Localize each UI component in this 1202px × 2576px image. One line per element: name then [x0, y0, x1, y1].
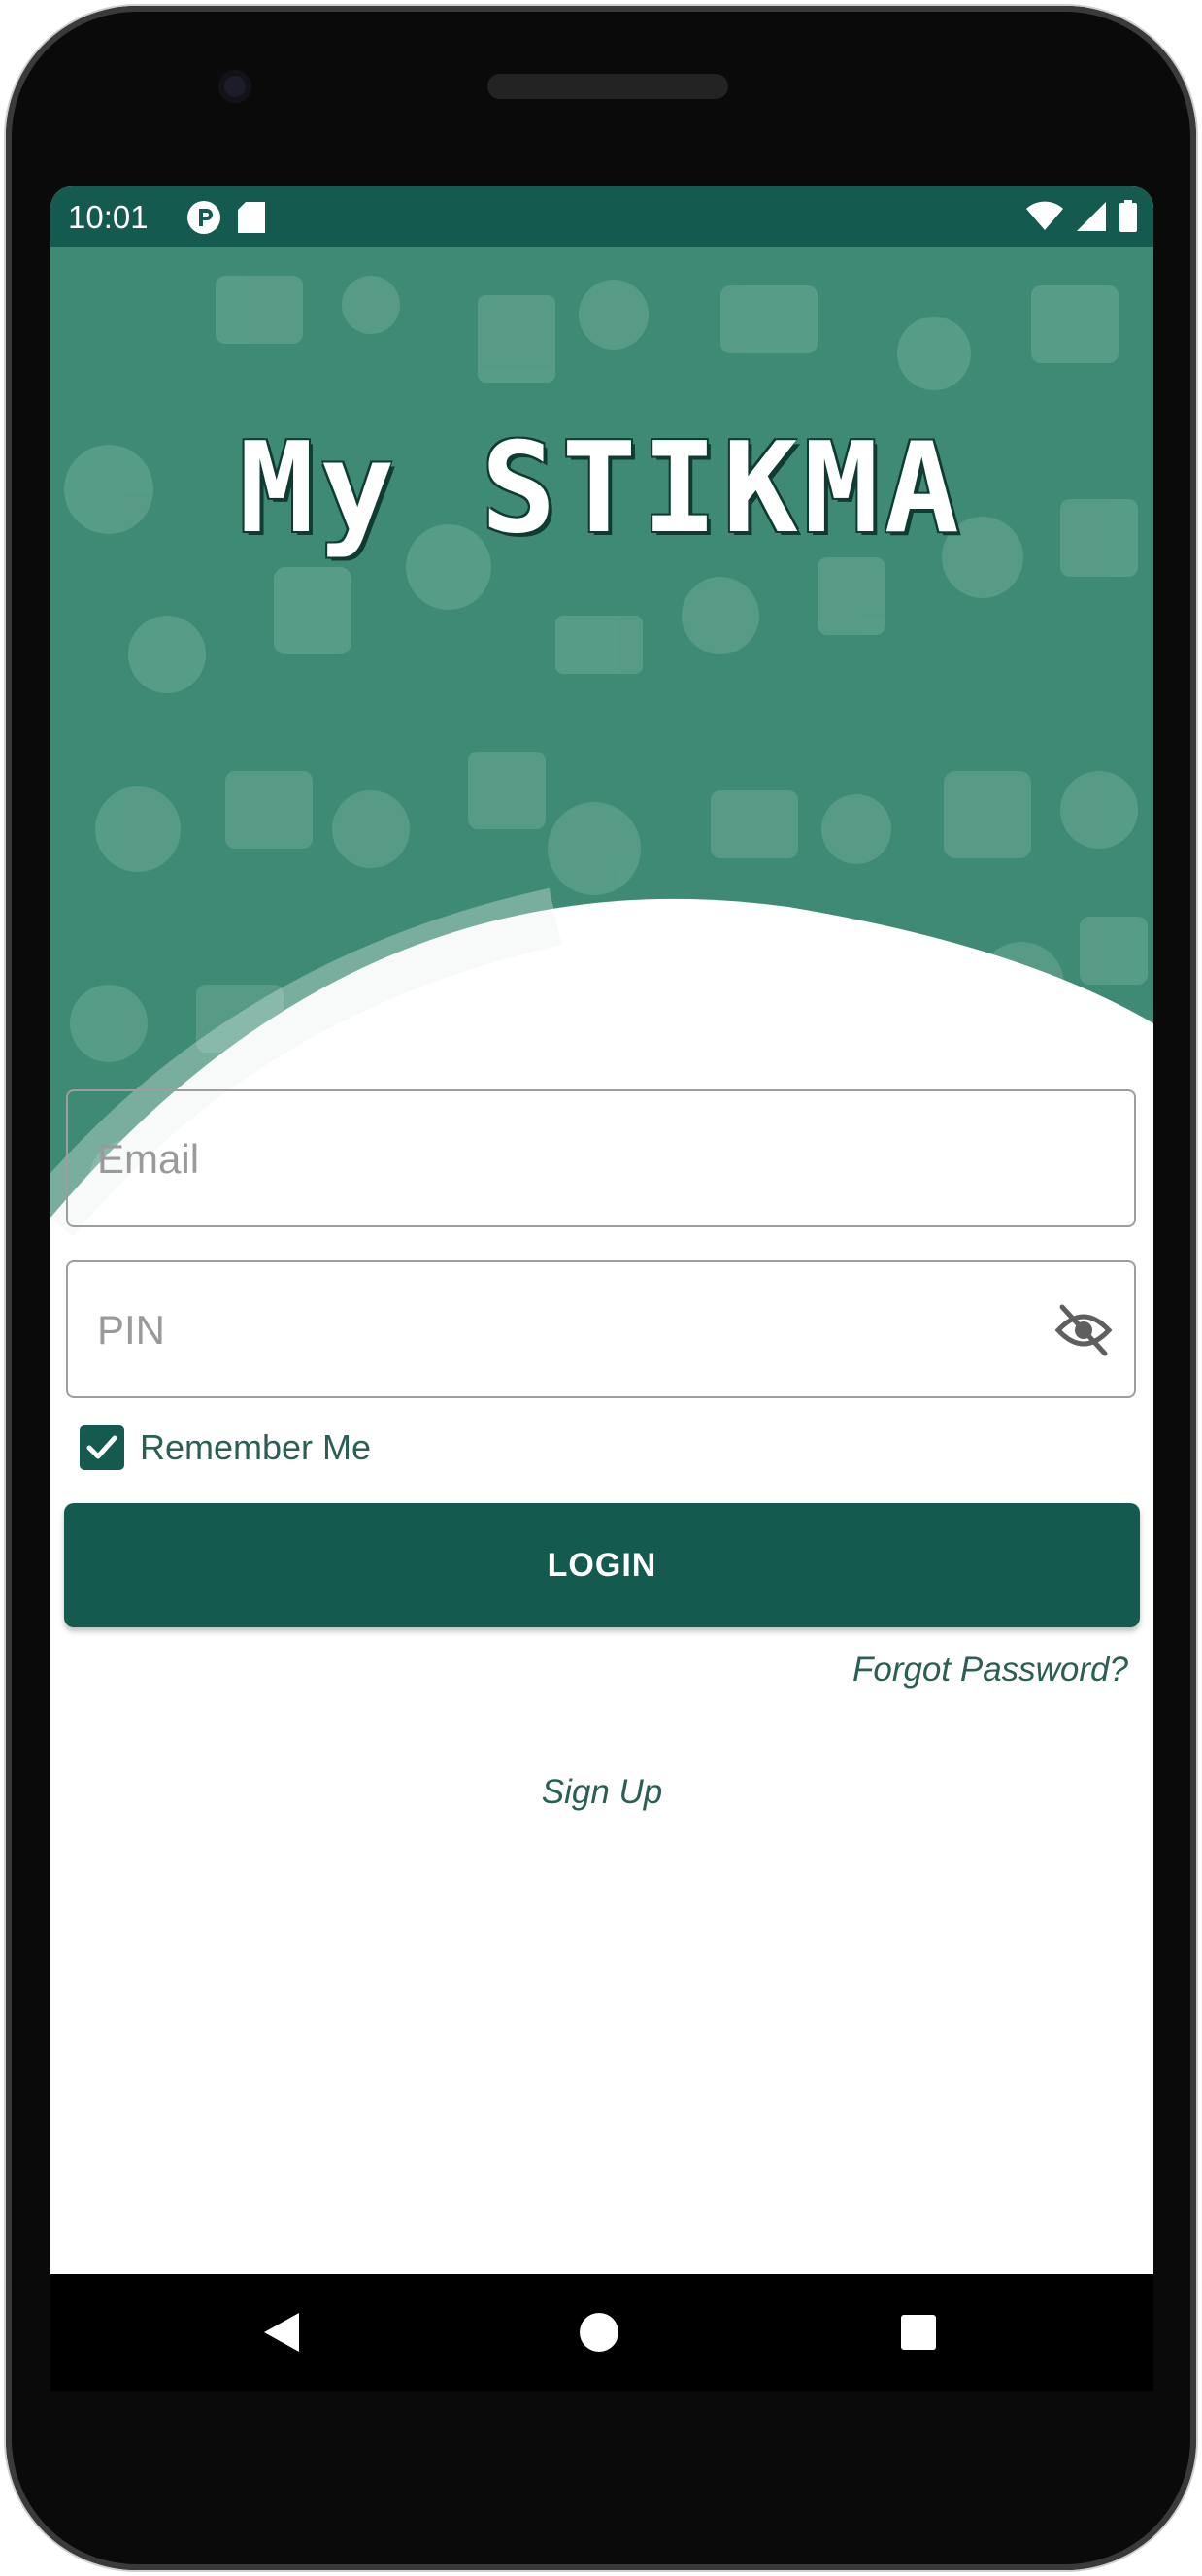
- email-field[interactable]: [66, 1089, 1136, 1227]
- system-navigation-bar: [50, 2274, 1153, 2391]
- remember-me-checkbox[interactable]: [80, 1425, 124, 1470]
- pin-visibility-toggle[interactable]: [1054, 1303, 1113, 1357]
- home-icon[interactable]: [580, 2313, 618, 2352]
- remember-me-row[interactable]: Remember Me: [80, 1425, 371, 1470]
- app-screen: 10:01 My STIKMA Email Remember Me LOGIN …: [50, 186, 1153, 2274]
- forgot-password-link[interactable]: Forgot Password?: [852, 1651, 1128, 1689]
- status-notification-icons: [186, 200, 266, 235]
- status-time: 10:01: [68, 199, 149, 235]
- status-system-icons: [1025, 200, 1138, 233]
- status-bar: 10:01: [50, 186, 1153, 247]
- signal-icon: [1077, 202, 1106, 231]
- wifi-icon: [1026, 201, 1063, 230]
- back-icon[interactable]: [260, 2311, 303, 2354]
- earpiece-speaker: [487, 74, 728, 99]
- checkmark-icon: [86, 1435, 117, 1459]
- sign-up-link-text[interactable]: Sign Up: [542, 1773, 663, 1811]
- sign-up-link: Sign Up: [50, 1773, 1153, 1812]
- eye-off-icon: [1054, 1304, 1113, 1356]
- pin-input[interactable]: [95, 1262, 1031, 1398]
- phone-frame: 10:01 My STIKMA Email Remember Me LOGIN …: [0, 0, 1202, 2576]
- email-input[interactable]: [95, 1091, 1031, 1227]
- remember-me-label: Remember Me: [140, 1427, 372, 1467]
- pin-field[interactable]: [66, 1260, 1136, 1398]
- battery-icon: [1119, 200, 1137, 232]
- login-button[interactable]: LOGIN: [64, 1503, 1140, 1627]
- p-icon: [187, 201, 220, 234]
- front-camera: [218, 70, 251, 103]
- recents-icon[interactable]: [901, 2315, 936, 2350]
- sd-card-icon: [238, 202, 265, 233]
